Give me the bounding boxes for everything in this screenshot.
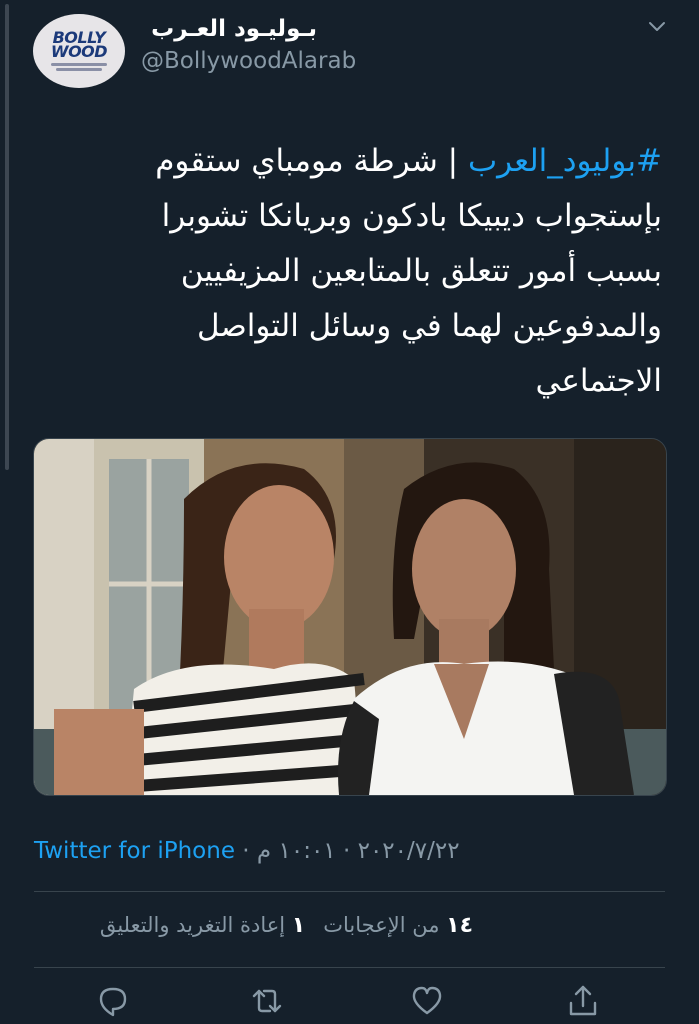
tweet-source-link[interactable]: Twitter for iPhone bbox=[34, 838, 235, 864]
likes-count: ١٤ bbox=[446, 913, 473, 938]
likes-stat[interactable]: ١٤ من الإعجابات bbox=[323, 913, 473, 938]
avatar[interactable]: BOLLY WOOD bbox=[33, 14, 125, 88]
avatar-logo-line2: WOOD bbox=[50, 42, 108, 61]
tweet-photo[interactable] bbox=[33, 438, 667, 796]
tweet-separator: | bbox=[437, 143, 468, 179]
scroll-indicator[interactable] bbox=[5, 4, 9, 470]
tweet-actions bbox=[0, 984, 699, 1024]
likes-label: من الإعجابات bbox=[323, 913, 440, 937]
avatar-logo-tagline-2 bbox=[56, 68, 102, 71]
tweet-detail-screen: BOLLY WOOD بـوليـود العـرب @BollywoodAla… bbox=[0, 0, 699, 1024]
author-handle[interactable]: @BollywoodAlarab bbox=[141, 48, 356, 74]
tweet-date: ٢٠٢٠/٧/٢٢ bbox=[357, 838, 460, 864]
share-icon[interactable] bbox=[566, 984, 600, 1018]
reply-icon[interactable] bbox=[96, 984, 130, 1018]
retweet-icon[interactable] bbox=[250, 984, 284, 1018]
like-icon[interactable] bbox=[410, 984, 444, 1018]
hashtag-link[interactable]: #بوليود_العرب bbox=[468, 143, 662, 179]
meta-dot-1: · bbox=[234, 838, 257, 864]
retweets-stat[interactable]: ١ إعادة التغريد والتعليق bbox=[99, 913, 306, 938]
author-display-name[interactable]: بـوليـود العـرب bbox=[151, 16, 317, 42]
tweet-text: #بوليود_العرب | شرطة مومباي ستقوم بإستجو… bbox=[102, 134, 662, 409]
meta-dot-2: · bbox=[335, 838, 358, 864]
tweet-time: ١٠:٠١ م bbox=[256, 838, 336, 864]
retweets-label: إعادة التغريد والتعليق bbox=[99, 913, 286, 937]
divider-bottom bbox=[34, 967, 665, 968]
tweet-body: شرطة مومباي ستقوم بإستجواب ديبيكا بادكون… bbox=[155, 143, 662, 399]
retweets-count: ١ bbox=[291, 913, 306, 938]
tweet-stats: ١٤ من الإعجابات ١ إعادة التغريد والتعليق bbox=[100, 913, 473, 938]
tweet-meta: Twitter for iPhone · ٢٠٢٠/٧/٢٢ · ١٠:٠١ م bbox=[34, 838, 460, 864]
divider-top bbox=[34, 891, 665, 892]
chevron-down-icon[interactable] bbox=[648, 20, 666, 34]
avatar-logo-tagline bbox=[51, 63, 107, 66]
photo-illustration bbox=[34, 439, 666, 795]
